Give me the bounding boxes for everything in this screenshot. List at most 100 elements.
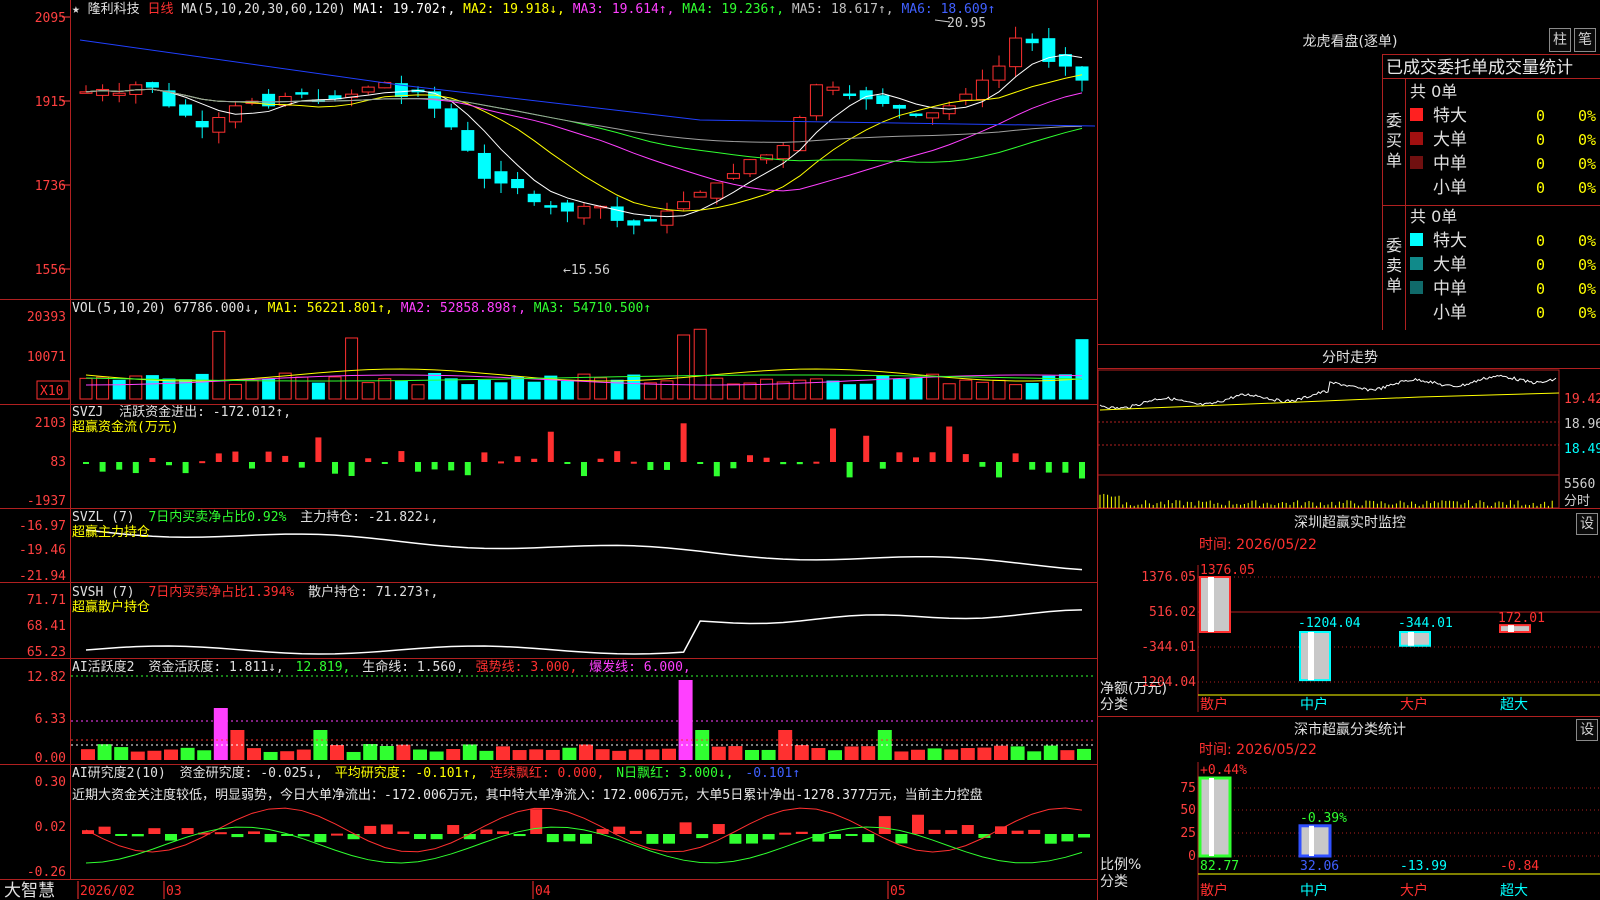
ai1-bar: [496, 746, 510, 760]
ai1-bar: [130, 751, 145, 760]
svzj-bar: [348, 462, 355, 476]
ai1-bar: [396, 744, 411, 760]
buy-row-name: 特大: [1433, 106, 1467, 126]
svzl-hold: 主力持仓: -21.822↓,: [300, 510, 438, 525]
svzj-bar: [730, 462, 737, 469]
volume-bar: [627, 374, 641, 400]
svzj-bar: [913, 457, 919, 462]
ai2-bar: [1078, 834, 1090, 838]
vol-axis-label: 10071: [27, 350, 66, 365]
sz-class-settings-button[interactable]: 设: [1576, 719, 1598, 741]
ai1-bar: [579, 744, 593, 760]
candle-body: [677, 201, 691, 210]
ai2-bar: [248, 831, 260, 834]
sz-class-title: 深市超赢分类统计: [1294, 721, 1406, 738]
ma3-value: MA3: 19.614↑,: [573, 2, 675, 17]
sz-monitor-settings-button[interactable]: 设: [1576, 513, 1598, 535]
buy-total: 共 0单: [1410, 82, 1457, 101]
vol-value: 67786.000↓,: [174, 301, 260, 316]
candle-body: [859, 90, 873, 100]
sz-monitor-category: 中户: [1300, 696, 1328, 713]
ai1-bar: [1060, 750, 1075, 760]
ai1-axis-label: 12.82: [27, 670, 66, 685]
ai2-bar: [513, 834, 526, 837]
candle-body: [876, 95, 890, 104]
svg-text:SVZJ 活跃资金进出: -172.012↑,: SVZJ 活跃资金进出: -172.012↑,: [72, 404, 291, 420]
svsh-axis-label: 71.71: [27, 593, 66, 608]
svzj-bar: [680, 423, 687, 462]
svzj-bar: [796, 462, 803, 465]
ai1-bar: [197, 750, 212, 760]
svzj-bar: [996, 462, 1002, 478]
volume-bar: [112, 379, 126, 400]
volume-bar: [511, 376, 525, 400]
candlestick-series: [79, 26, 1089, 235]
svsh-axis-label: 68.41: [27, 619, 66, 634]
ma1-value: MA1: 19.702↑,: [354, 2, 456, 17]
volume-bar: [328, 376, 342, 400]
ai2-bar: [696, 834, 709, 839]
ai2-bar: [945, 830, 958, 834]
svzj-bar: [415, 462, 421, 472]
svzj-bar: [182, 462, 189, 474]
svzj-bar: [879, 462, 886, 469]
volume-bar: [212, 330, 226, 400]
ai1-bar: [662, 748, 676, 760]
sz-monitor-bar: [1299, 631, 1331, 682]
ma5-value: MA5: 18.617↑,: [792, 2, 894, 17]
ai1-bar: [147, 750, 162, 760]
volume-bar: [959, 379, 973, 400]
ai2-bar: [762, 834, 775, 840]
volume-bar: [311, 382, 325, 400]
svzj-bar: [581, 462, 587, 477]
chart-stage[interactable]: 2095 1915 1736 1556 ★ 隆利科技 日线 MA(5,10,20…: [0, 0, 1600, 900]
candle-body: [776, 145, 790, 160]
candle-body: [577, 205, 591, 219]
svzl-label: SVZL (7): [72, 510, 135, 525]
brand-logo: 大智慧: [4, 881, 55, 900]
ai2-bar: [414, 834, 426, 840]
candle-body: [643, 218, 657, 222]
sz-class-category: 中户: [1300, 882, 1328, 899]
ai2-bar: [580, 834, 592, 844]
svzj-bar: [1062, 462, 1069, 473]
svzj-bar: [398, 451, 405, 462]
ai2-d: N日飘红: 3.000↓,: [616, 765, 733, 781]
ai1-bar: [545, 749, 560, 760]
price-axis-label: 1736: [35, 179, 66, 194]
ai2-a: 资金研究度: -0.025↓,: [180, 765, 323, 781]
volume-bar: [1075, 339, 1089, 400]
ai2-bar: [1011, 830, 1024, 834]
ai1-b: 12.819,: [296, 660, 351, 675]
ai2-bar: [779, 832, 792, 835]
ai1-bar: [645, 749, 660, 760]
buy-side-label: 单: [1386, 151, 1402, 170]
ai2-bar: [148, 828, 161, 834]
pen-view-button[interactable]: 笔: [1574, 28, 1596, 52]
star-icon: ★: [72, 2, 80, 17]
ai2-bar: [646, 834, 659, 844]
buy-row-pct: 0%: [1578, 179, 1596, 197]
ai1-bar: [595, 749, 610, 760]
price-axis-label: 1915: [35, 95, 66, 110]
ai1-bar: [280, 751, 295, 760]
ai1-bar: [330, 745, 344, 760]
ai2-bar: [98, 826, 111, 834]
candle-body: [361, 86, 375, 93]
bar-view-button[interactable]: 柱: [1549, 28, 1571, 52]
ai1-bar: [894, 751, 909, 760]
sz-monitor-bar-highlight: [1408, 632, 1414, 646]
sell-color-swatch: [1410, 257, 1423, 270]
candle-body: [1075, 66, 1089, 81]
ai1-bar: [911, 749, 925, 760]
buy-row-name: 大单: [1433, 130, 1467, 150]
ai1-bar: [562, 747, 577, 760]
ai1-bar: [346, 751, 361, 760]
sz-class-category: 大户: [1400, 882, 1428, 899]
svzj-bar: [232, 451, 239, 462]
minute-trend-chart: [1097, 369, 1560, 509]
ai1-bar: [811, 748, 826, 760]
svzj-bar: [315, 437, 322, 462]
svzj-bar: [1029, 462, 1036, 470]
stock-name: 隆利科技: [88, 2, 140, 17]
